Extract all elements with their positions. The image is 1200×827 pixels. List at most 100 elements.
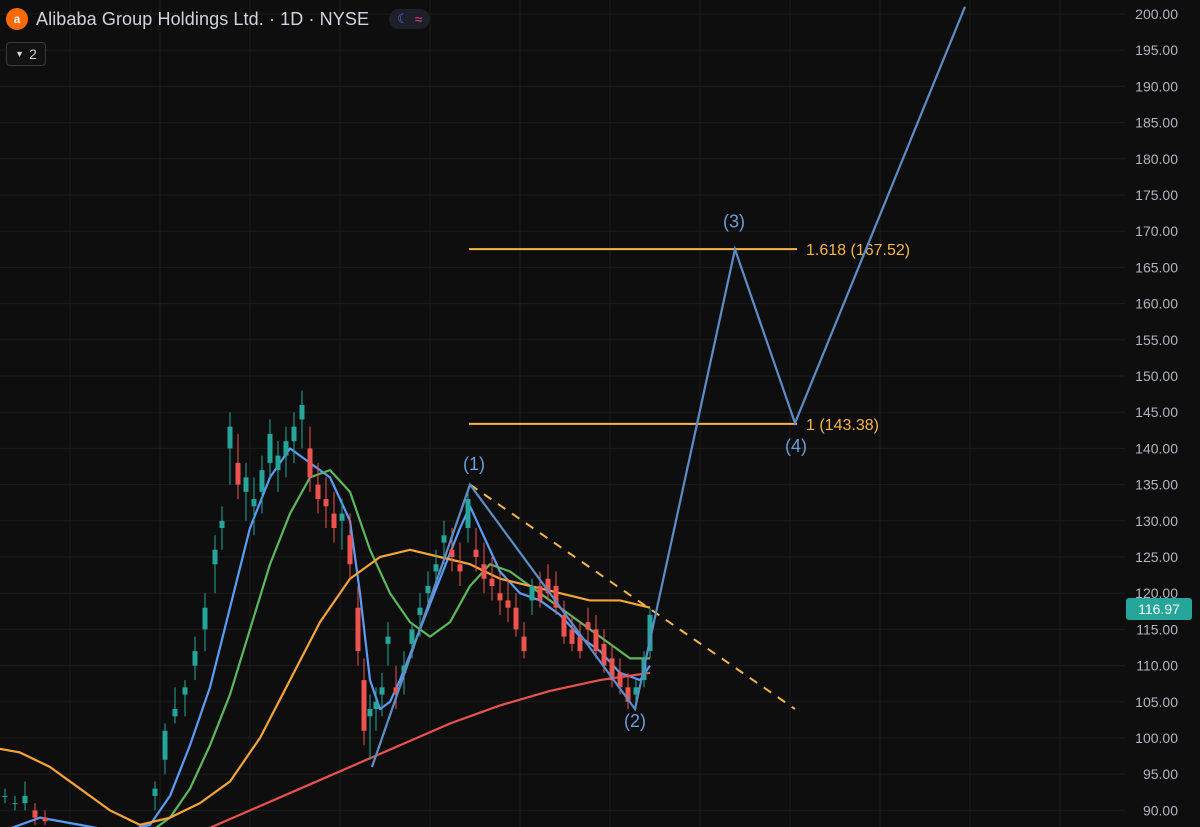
candle-body [577, 636, 583, 652]
y-tick-label: 95.00 [1143, 766, 1178, 782]
wave-label: (2) [624, 711, 646, 731]
candle-body [593, 629, 599, 652]
candle-body [315, 484, 321, 500]
alibaba-logo-icon: a [6, 8, 28, 30]
candle-body [259, 470, 265, 492]
y-tick-label: 200.00 [1135, 6, 1178, 22]
elliott-wave-path [370, 6, 967, 768]
candle-body [409, 629, 415, 644]
y-tick-label: 155.00 [1135, 332, 1178, 348]
candle-body [529, 585, 535, 601]
y-tick-label: 195.00 [1135, 42, 1178, 58]
last-price-tag: 116.97 [1126, 598, 1192, 620]
candle-body [417, 607, 423, 615]
indicators-toggle-button[interactable]: ▼ 2 [6, 42, 46, 66]
candle-body [513, 607, 519, 630]
y-tick-label: 175.00 [1135, 187, 1178, 203]
candle-body [275, 455, 281, 471]
candle-body [585, 622, 591, 630]
candle-body [291, 426, 297, 442]
candle-body [42, 817, 48, 822]
candle-body [465, 499, 471, 529]
candle-body [347, 535, 353, 565]
candle-body [457, 564, 463, 572]
chart-header: a Alibaba Group Holdings Ltd. · 1D · NYS… [6, 8, 431, 30]
candle-body [12, 803, 18, 805]
symbol-title[interactable]: Alibaba Group Holdings Ltd. · 1D · NYSE [36, 9, 369, 30]
candle-body [425, 585, 431, 594]
candle-body [449, 549, 455, 557]
ema-slow-line [0, 548, 651, 826]
ema-mid-line [155, 469, 650, 827]
y-tick-label: 160.00 [1135, 296, 1178, 312]
candle-body [299, 404, 305, 420]
candle-body [601, 643, 607, 666]
candle-body [521, 636, 527, 652]
candle-body [22, 795, 28, 804]
candle-body [251, 499, 257, 507]
candle-body [379, 687, 385, 695]
fib-level-label: 1 (143.38) [806, 417, 879, 434]
candle-body [162, 730, 168, 760]
candle-body [441, 535, 447, 543]
candle-body [367, 709, 373, 717]
candle-body [212, 549, 218, 565]
candle-body [32, 810, 38, 818]
moon-icon: ☾ [397, 11, 409, 26]
chevron-down-icon: ▼ [15, 49, 25, 59]
candle-body [172, 709, 178, 717]
candle-body [481, 564, 487, 579]
candle-body [323, 499, 329, 507]
candle-body [355, 607, 361, 652]
candle-body [331, 513, 337, 529]
candle-body [243, 477, 249, 492]
candle-body [219, 520, 225, 529]
candle-body [235, 462, 241, 485]
candle-body [202, 607, 208, 630]
y-tick-label: 100.00 [1135, 730, 1178, 746]
candle-body [497, 593, 503, 601]
candle-body [537, 585, 543, 601]
wave-label: (4) [785, 436, 807, 456]
candle-body [283, 441, 289, 456]
candle-body [561, 614, 567, 637]
price-chart[interactable]: 200.00 195.00 190.00 185.00 180.00 175.00 170.… [0, 0, 1200, 827]
y-tick-label: 150.00 [1135, 368, 1178, 384]
wave-label: (1) [463, 454, 485, 474]
y-tick-label: 140.00 [1135, 440, 1178, 456]
y-tick-label: 185.00 [1135, 115, 1178, 131]
y-tick-label: 125.00 [1135, 549, 1178, 565]
candle-body [2, 795, 8, 797]
y-tick-label: 135.00 [1135, 477, 1178, 493]
wave-icon: ≈ [414, 11, 423, 27]
y-tick-label: 110.00 [1136, 658, 1178, 674]
candle-body [373, 701, 379, 710]
y-tick-label: 170.00 [1135, 223, 1178, 239]
candle-body [433, 564, 439, 572]
candle-body [569, 629, 575, 644]
y-tick-label: 90.00 [1143, 802, 1178, 818]
candle-body [361, 680, 367, 731]
wave-label: (3) [723, 212, 745, 232]
candle-body [489, 578, 495, 586]
candle-body [267, 433, 273, 463]
ema-long-line [209, 671, 651, 827]
candle-body [385, 636, 391, 644]
fib-level-label: 1.618 (167.52) [806, 242, 910, 259]
y-tick-label: 165.00 [1135, 259, 1178, 275]
candle-body [339, 513, 345, 521]
y-tick-label: 190.00 [1135, 78, 1178, 94]
y-tick-label: 180.00 [1135, 151, 1178, 167]
candle-body [192, 651, 198, 666]
y-tick-label: 105.00 [1135, 694, 1178, 710]
y-tick-label: 145.00 [1135, 404, 1178, 420]
candle-body [307, 448, 313, 478]
candle-body [227, 426, 233, 449]
status-pill[interactable]: ☾ ≈ [389, 9, 431, 29]
indicators-count: 2 [29, 46, 37, 62]
y-tick-label: 115.00 [1136, 621, 1178, 637]
y-tick-label: 130.00 [1135, 513, 1178, 529]
candle-body [152, 788, 158, 796]
candle-body [505, 600, 511, 608]
candle-body [182, 687, 188, 695]
